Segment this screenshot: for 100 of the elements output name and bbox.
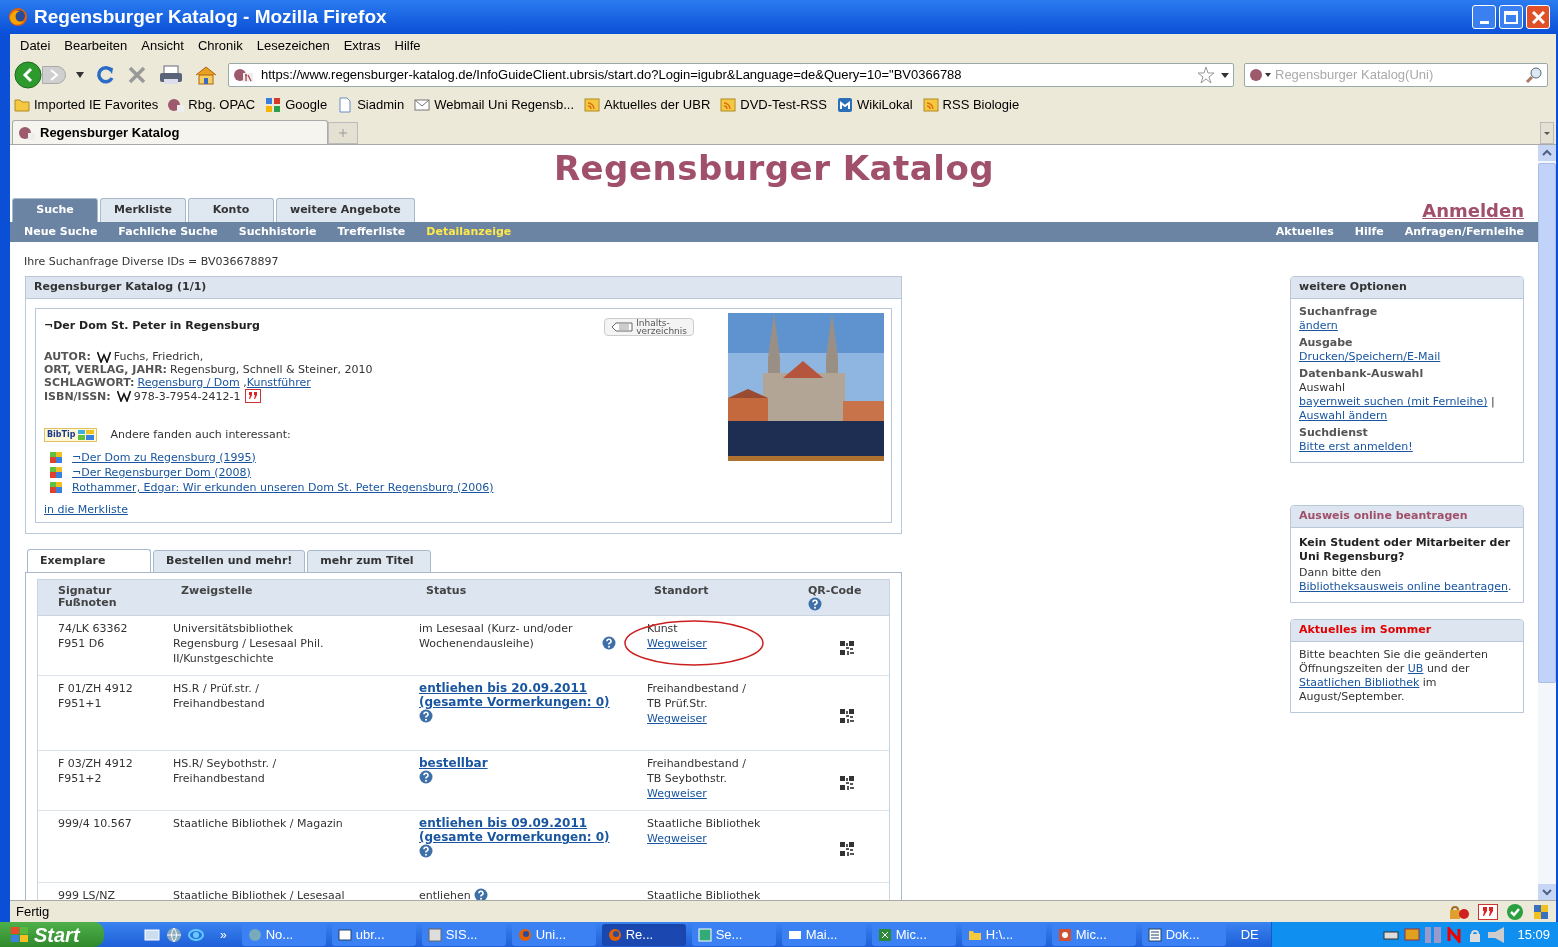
link[interactable]: ¬Der Dom zu Regensburg (1995) <box>72 449 256 465</box>
tiles-icon <box>77 430 94 441</box>
back-button[interactable] <box>14 61 42 89</box>
link[interactable]: Wegweiser <box>647 712 707 725</box>
maximize-button[interactable] <box>1499 5 1523 29</box>
link[interactable]: in die Merkliste <box>44 502 128 516</box>
taskbar-button[interactable]: SIS... <box>421 923 506 946</box>
nav-tab[interactable]: Konto <box>188 198 274 222</box>
close-button[interactable] <box>1526 5 1550 29</box>
link[interactable]: UB <box>1407 662 1424 675</box>
bookmark[interactable]: Imported IE Favorites <box>14 95 159 115</box>
link[interactable]: Wegweiser <box>647 832 707 845</box>
status-link[interactable]: bestellbar <box>419 756 488 770</box>
link[interactable]: Regensburg / Dom <box>137 376 240 389</box>
field-label: SCHLAGWORT: <box>44 376 135 389</box>
table-cell: F 03/ZH 4912 F951+2 <box>58 757 133 785</box>
taskbar-button[interactable]: ubr... <box>331 923 416 946</box>
app-icon <box>427 927 442 942</box>
folder-icon <box>14 97 30 113</box>
history-dropdown[interactable] <box>76 72 84 78</box>
bookmark[interactable]: Google <box>265 95 328 115</box>
envelope-icon <box>414 97 431 113</box>
link[interactable]: bayernweit suchen (mit Fernleihe) <box>1299 395 1488 408</box>
subnav-link[interactable]: Anfragen/Fernleihe <box>1404 223 1524 241</box>
bookmark[interactable]: Webmail Uni Regensb... <box>414 95 575 115</box>
browser-tab[interactable]: Regensburger Katalog <box>12 120 328 144</box>
taskbar-button[interactable]: Mic... <box>1051 923 1136 946</box>
link[interactable]: Bitte erst anmelden! <box>1299 440 1413 453</box>
site-icon <box>168 97 185 113</box>
nav-tab[interactable]: weitere Angebote <box>276 198 415 222</box>
status-link[interactable]: entliehen bis 09.09.2011 (gesamte Vormerkungen: 0) <box>419 816 624 844</box>
taskbar-button[interactable]: Re... <box>601 923 686 946</box>
bookmark[interactable]: RSS Biologie <box>922 95 1020 115</box>
table-of-contents-button[interactable]: Inhalts- verzeichnis <box>604 318 694 336</box>
section-heading: Suchdienst <box>1299 426 1369 440</box>
content-tab[interactable]: Bestellen und mehr! <box>153 550 306 573</box>
field-value: Regensburg, Schnell & Steiner, 2010 <box>170 363 373 376</box>
stop-button[interactable] <box>126 64 148 86</box>
menu-item[interactable]: Datei <box>14 36 57 56</box>
column-header: Status <box>426 585 468 597</box>
link[interactable]: Wegweiser <box>647 637 707 650</box>
taskbar-button[interactable]: Dok... <box>1141 923 1226 946</box>
tab-list-button[interactable] <box>1540 122 1554 144</box>
subnav-link[interactable]: Trefferliste <box>337 223 406 241</box>
subnav-link[interactable]: Neue Suche <box>24 223 98 241</box>
taskbar-button[interactable]: No... <box>241 923 326 946</box>
link[interactable]: Staatlichen Bibliothek <box>1299 676 1420 689</box>
address-field[interactable]: https://www.regensburger-katalog.de/InfoGuideClient.ubrsis/start.do?Login=igubr&Language=de&Query=10="BV0366788 <box>228 63 1234 87</box>
content-tab[interactable]: mehr zum Titel <box>307 550 432 573</box>
wiki-icon <box>836 97 853 113</box>
subnav-link[interactable]: Fachliche Suche <box>118 223 218 241</box>
menu-item[interactable]: Chronik <box>191 36 249 56</box>
language-indicator[interactable]: DE <box>1228 924 1271 945</box>
taskbar-button[interactable]: H:\... <box>961 923 1046 946</box>
link[interactable]: Auswahl ändern <box>1299 409 1388 422</box>
subnav-link[interactable]: Suchhistorie <box>238 223 317 241</box>
bookmark[interactable]: DVD-Test-RSS <box>720 95 827 115</box>
reload-button[interactable] <box>94 64 116 86</box>
box-title: Ausweis online beantragen <box>1299 508 1468 525</box>
tiles-icon <box>50 481 62 493</box>
home-button[interactable] <box>194 64 218 86</box>
menu-item[interactable]: Lesezeichen <box>250 36 336 56</box>
search-field[interactable]: Regensburger Katalog(Uni) <box>1244 63 1548 87</box>
start-button[interactable]: Start <box>0 922 104 947</box>
nav-tab[interactable]: Suche <box>12 198 98 222</box>
link[interactable]: Rothammer, Edgar: Wir erkunden unseren Dom St. Peter Regensburg (2006) <box>72 479 494 495</box>
menu-item[interactable]: Hilfe <box>388 36 427 56</box>
taskbar-button[interactable]: Uni... <box>511 923 596 946</box>
link[interactable]: Wegweiser <box>647 787 707 800</box>
login-link[interactable]: Anmelden <box>1422 200 1524 222</box>
menu-item[interactable]: Extras <box>337 36 387 56</box>
help-icon <box>419 770 433 784</box>
link[interactable]: ändern <box>1299 319 1338 332</box>
status-link[interactable]: entliehen bis 20.09.2011 (gesamte Vormerkungen: 0) <box>419 681 624 709</box>
scroll-thumb[interactable] <box>1538 163 1556 683</box>
help-icon <box>419 844 433 858</box>
taskbar-button[interactable]: Se... <box>691 923 776 946</box>
feed-icon <box>720 97 737 113</box>
more-button[interactable]: » <box>208 925 239 944</box>
bookmark[interactable]: Aktuelles der UBR <box>584 95 711 115</box>
taskbar-button[interactable]: Mai... <box>781 923 866 946</box>
content-tab[interactable]: Exemplare <box>27 549 151 573</box>
menu-item[interactable]: Ansicht <box>135 36 190 56</box>
scrollbar[interactable] <box>1538 145 1556 900</box>
bookmark[interactable]: Rbg. OPAC <box>168 95 256 115</box>
link[interactable]: Bibliotheksausweis online beantragen <box>1299 580 1508 593</box>
search-input[interactable]: Regensburger Katalog(Uni) <box>1275 65 1521 85</box>
menu-item[interactable]: Bearbeiten <box>58 36 134 56</box>
column-header: Standort <box>654 585 710 597</box>
bookmark[interactable]: Siadmin <box>337 95 405 115</box>
link[interactable]: Drucken/Speichern/E-Mail <box>1299 350 1441 363</box>
minimize-button[interactable] <box>1472 5 1496 29</box>
bookmark[interactable]: WikiLokal <box>836 95 913 115</box>
field-value: Fuchs, Friedrich, <box>113 350 204 363</box>
taskbar-button[interactable]: Mic... <box>871 923 956 946</box>
subnav-link[interactable]: Aktuelles <box>1275 223 1334 241</box>
subnav-link[interactable]: Hilfe <box>1354 223 1384 241</box>
link[interactable]: ¬Der Regensburger Dom (2008) <box>72 464 251 480</box>
print-button[interactable] <box>158 64 184 86</box>
nav-tab[interactable]: Merkliste <box>100 198 186 222</box>
